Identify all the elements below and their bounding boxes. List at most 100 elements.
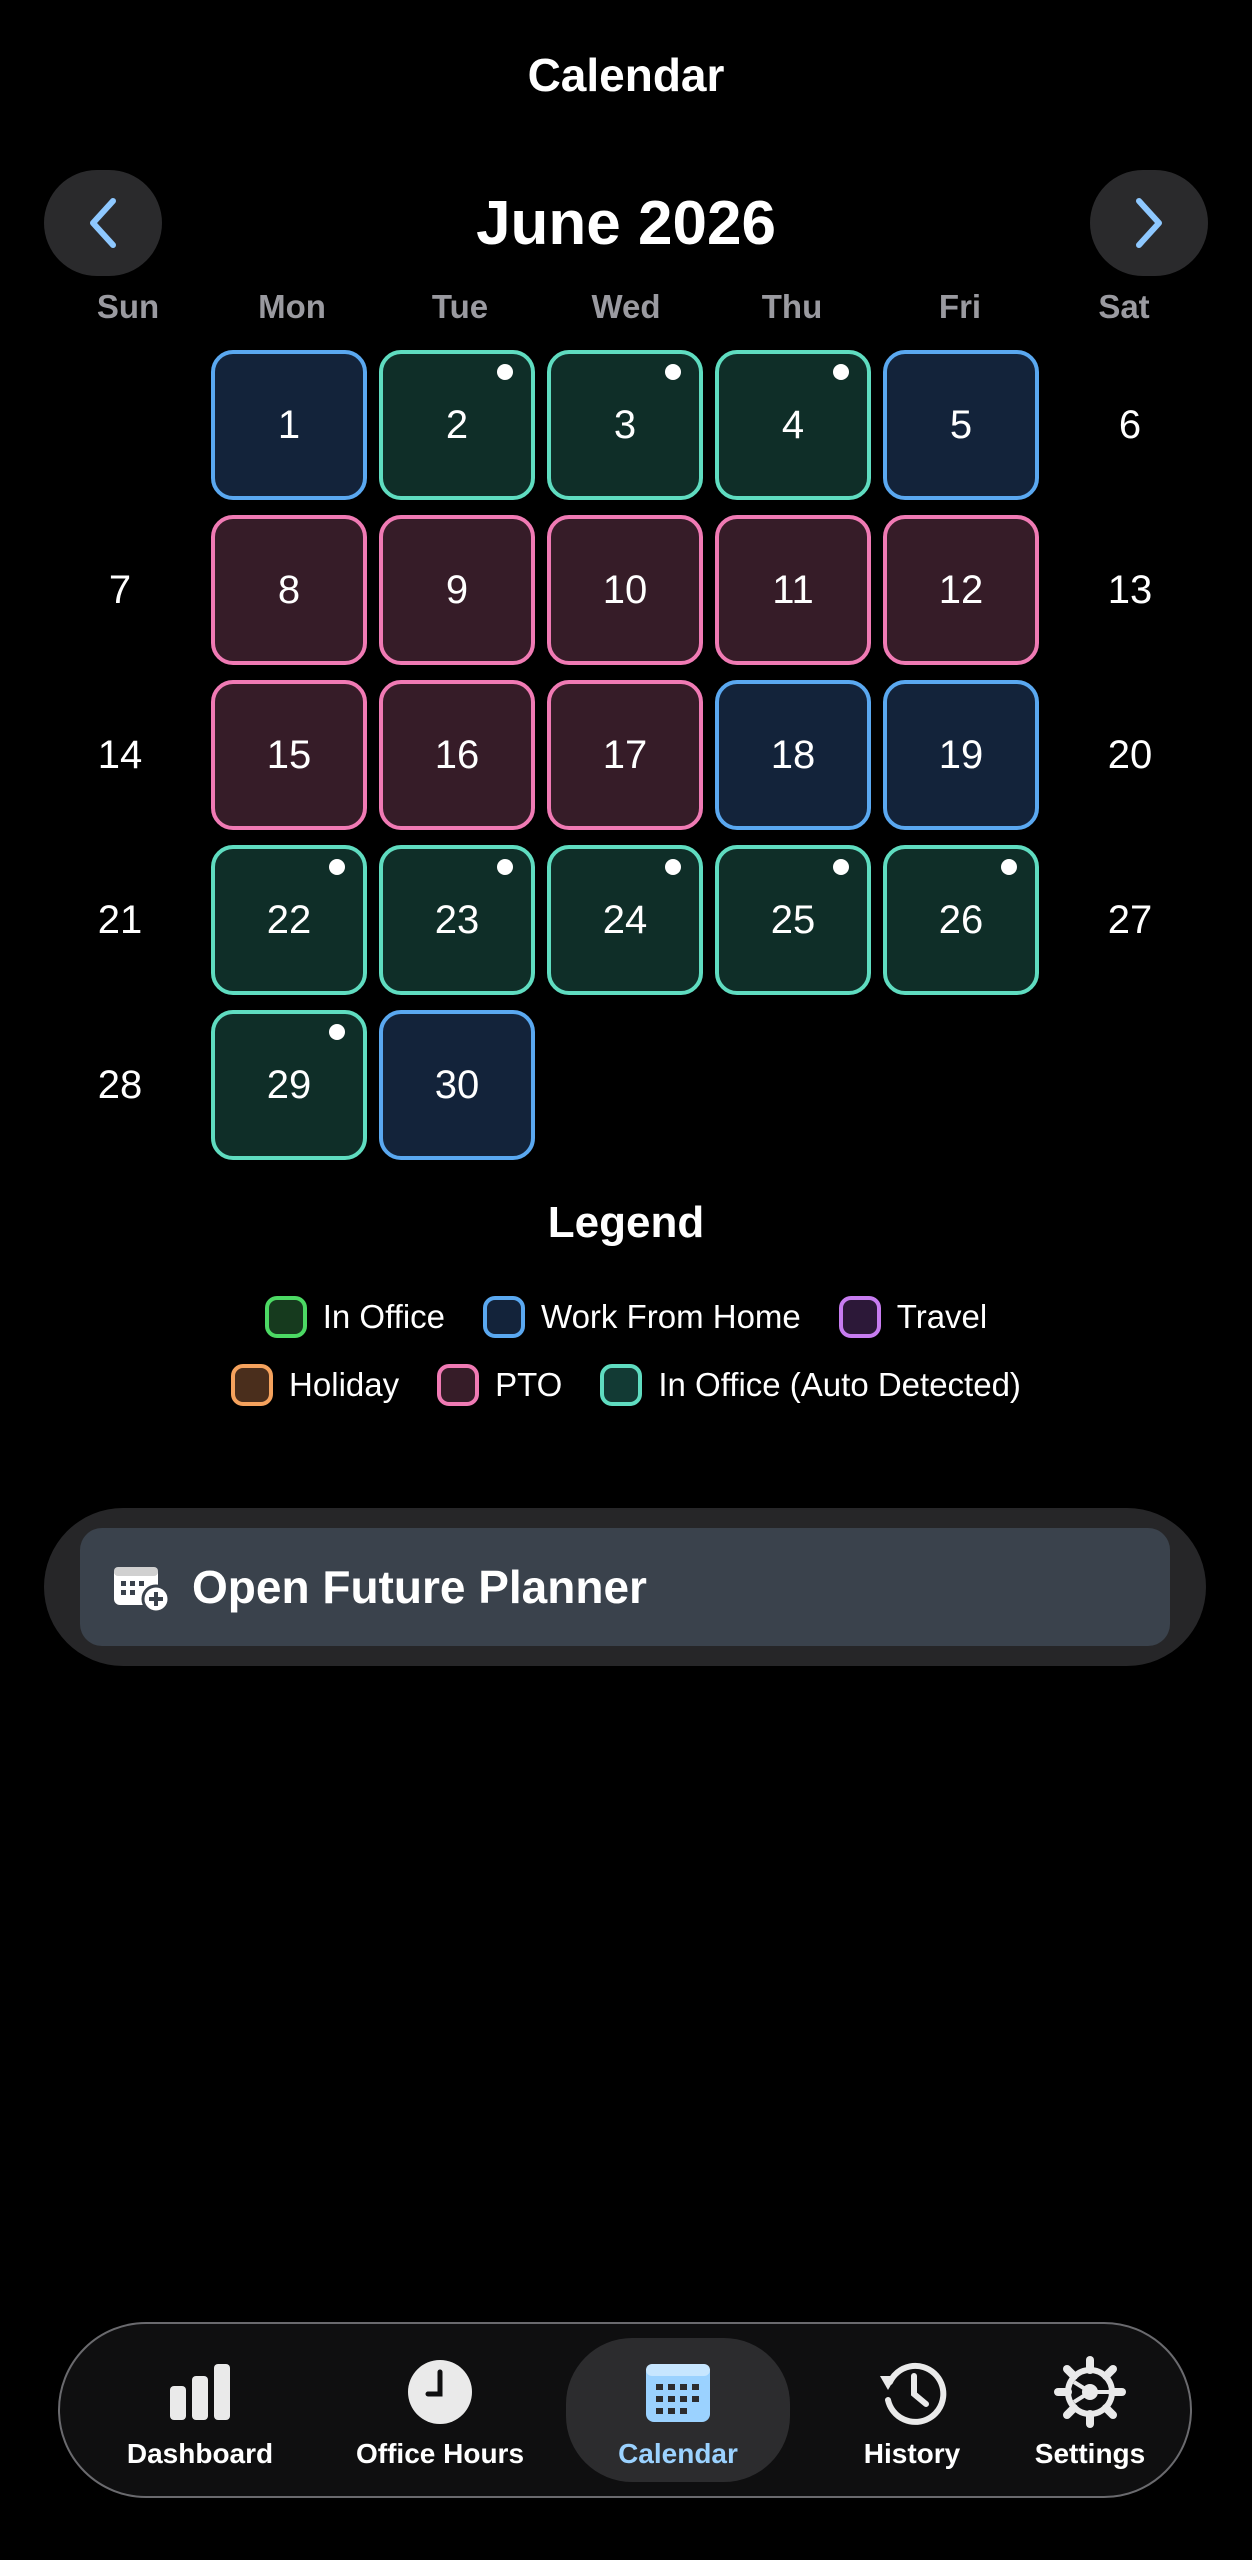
legend-swatch <box>437 1364 480 1406</box>
day-number: 30 <box>434 1062 480 1107</box>
legend-swatch <box>600 1364 643 1406</box>
day-number: 11 <box>772 567 814 612</box>
day-number: 12 <box>938 567 984 612</box>
calendar-day-12[interactable]: 12 <box>883 515 1039 665</box>
calendar-day-2[interactable]: 2 <box>379 350 535 500</box>
tab-office-hours[interactable]: Office Hours <box>330 2324 550 2496</box>
day-number: 15 <box>266 732 312 777</box>
calendar-day-15[interactable]: 15 <box>211 680 367 830</box>
bar-chart-icon <box>170 2364 230 2420</box>
day-number: 24 <box>602 897 648 942</box>
calendar-day-19[interactable]: 19 <box>883 680 1039 830</box>
tab-history[interactable]: History <box>812 2324 1012 2496</box>
day-number: 29 <box>266 1062 312 1107</box>
calendar-day-21[interactable]: 21 <box>42 845 198 995</box>
day-number: 4 <box>781 402 805 447</box>
tab-settings-label: Settings <box>1034 2438 1146 2469</box>
calendar-day-24[interactable]: 24 <box>547 845 703 995</box>
day-number: 22 <box>266 897 312 942</box>
calendar-day-3[interactable]: 3 <box>547 350 703 500</box>
weekday-header: Sun Mon Tue Wed Thu Fri Sat <box>0 288 1252 328</box>
calendar-grid: 1 2 3 4 5 6 7 8 9 10 11 12 13 14 15 16 17 18 19 20 21 22 23 24 2… <box>0 350 1252 1162</box>
day-number: 20 <box>1107 732 1153 777</box>
legend-swatch <box>264 1296 307 1338</box>
legend-item: In Office (Auto Detected) <box>600 1364 1021 1406</box>
day-number: 7 <box>108 567 132 612</box>
calendar-day-8[interactable]: 8 <box>211 515 367 665</box>
tab-history-label: History <box>863 2438 961 2469</box>
indicator-dot <box>833 364 849 380</box>
legend-label: PTO <box>495 1366 563 1403</box>
tab-bar: Dashboard Office Hours Calendar History <box>58 2322 1192 2498</box>
calendar-day-10[interactable]: 10 <box>547 515 703 665</box>
legend-item: In Office <box>264 1296 446 1338</box>
indicator-dot <box>329 1024 345 1040</box>
open-future-planner-button[interactable]: Open Future Planner <box>80 1528 1170 1646</box>
tab-office-hours-label: Office Hours <box>355 2438 525 2469</box>
tab-settings[interactable]: Settings <box>1010 2324 1170 2496</box>
legend-item: PTO <box>437 1364 562 1406</box>
legend-title: Legend <box>547 1198 705 1247</box>
day-number: 18 <box>770 732 816 777</box>
day-number: 1 <box>277 402 301 447</box>
calendar-day-6[interactable]: 6 <box>1052 350 1208 500</box>
weekday-mon: Mon <box>258 288 326 325</box>
calendar-day-14[interactable]: 14 <box>42 680 198 830</box>
calendar-day-16[interactable]: 16 <box>379 680 535 830</box>
day-number: 13 <box>1107 567 1153 612</box>
calendar-day-29[interactable]: 29 <box>211 1010 367 1160</box>
future-planner-container: Open Future Planner <box>44 1508 1206 1666</box>
tab-calendar[interactable]: Calendar <box>566 2338 790 2482</box>
calendar-day-11[interactable]: 11 <box>715 515 871 665</box>
day-number: 28 <box>97 1062 143 1107</box>
clock-icon <box>408 2360 472 2424</box>
calendar-day-28[interactable]: 28 <box>42 1010 198 1160</box>
calendar-day-13[interactable]: 13 <box>1052 515 1208 665</box>
calendar-day-23[interactable]: 23 <box>379 845 535 995</box>
calendar-day-7[interactable]: 7 <box>42 515 198 665</box>
month-label: June 2026 <box>476 189 776 258</box>
history-icon <box>880 2362 947 2425</box>
legend-item: Travel <box>838 1296 987 1338</box>
calendar-icon <box>646 2364 710 2422</box>
calendar-day-1[interactable]: 1 <box>211 350 367 500</box>
legend-swatch <box>231 1364 274 1406</box>
calendar-day-5[interactable]: 5 <box>883 350 1039 500</box>
weekday-thu: Thu <box>761 288 823 325</box>
indicator-dot <box>1001 859 1017 875</box>
legend-label: In Office <box>322 1298 446 1335</box>
calendar-plus-icon <box>114 1567 171 1613</box>
day-number: 26 <box>938 897 984 942</box>
calendar-day-18[interactable]: 18 <box>715 680 871 830</box>
calendar-day-20[interactable]: 20 <box>1052 680 1208 830</box>
indicator-dot <box>665 859 681 875</box>
legend-row: Holiday PTO In Office (Auto Detected) <box>0 1364 1252 1406</box>
calendar-day-17[interactable]: 17 <box>547 680 703 830</box>
chevron-right-icon <box>1136 198 1162 248</box>
day-number: 21 <box>97 897 143 942</box>
day-number: 9 <box>445 567 469 612</box>
day-number: 27 <box>1107 897 1153 942</box>
day-number: 6 <box>1118 402 1142 447</box>
next-month-button[interactable] <box>1090 170 1208 276</box>
calendar-day-25[interactable]: 25 <box>715 845 871 995</box>
tab-dashboard[interactable]: Dashboard <box>100 2324 300 2496</box>
weekday-sat: Sat <box>1098 288 1150 325</box>
calendar-day-9[interactable]: 9 <box>379 515 535 665</box>
weekday-sun: Sun <box>96 288 160 325</box>
day-number: 2 <box>445 402 469 447</box>
calendar-day-30[interactable]: 30 <box>379 1010 535 1160</box>
calendar-day-4[interactable]: 4 <box>715 350 871 500</box>
calendar-day-27[interactable]: 27 <box>1052 845 1208 995</box>
day-number: 5 <box>949 402 973 447</box>
day-number: 8 <box>277 567 301 612</box>
legend-item: Holiday <box>231 1364 399 1406</box>
legend-label: Work From Home <box>541 1298 801 1335</box>
calendar-day-22[interactable]: 22 <box>211 845 367 995</box>
weekday-tue: Tue <box>431 288 489 325</box>
legend-label: Holiday <box>289 1366 400 1403</box>
legend-item: Work From Home <box>483 1296 801 1338</box>
calendar-day-26[interactable]: 26 <box>883 845 1039 995</box>
day-number: 17 <box>602 732 648 777</box>
day-number: 19 <box>938 732 984 777</box>
